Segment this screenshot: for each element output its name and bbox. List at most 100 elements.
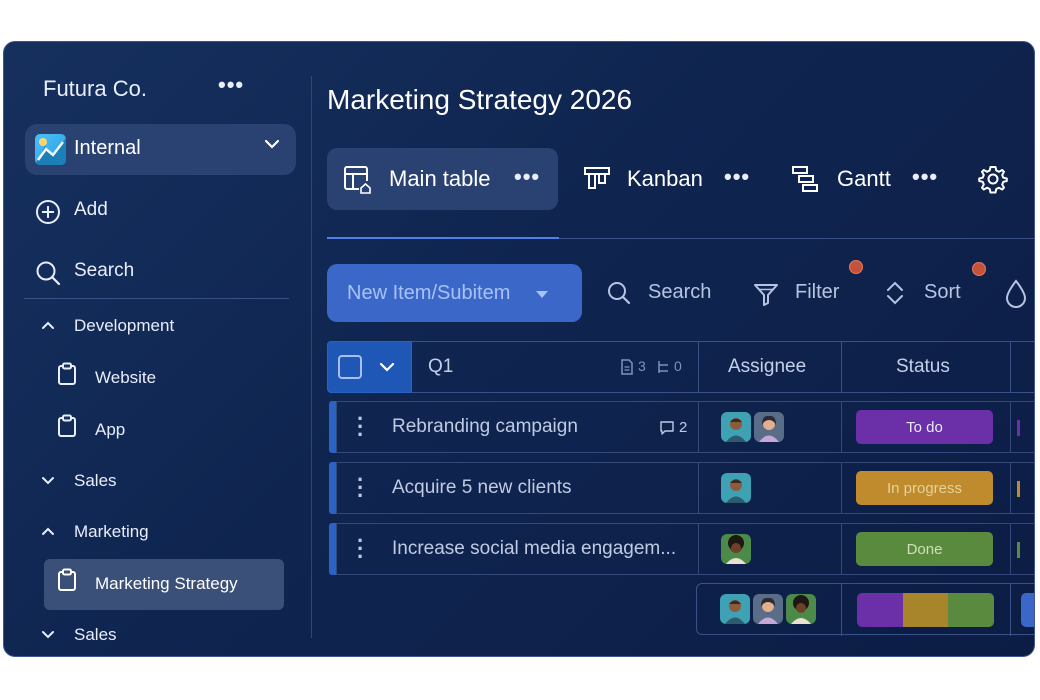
avatar[interactable]: [754, 412, 784, 442]
table-row[interactable]: · · · Acquire 5 new clients In progress: [329, 462, 1034, 514]
tab-more-icon[interactable]: •••: [514, 164, 540, 190]
new-item-button[interactable]: New Item/Subitem: [327, 264, 582, 322]
filter-icon[interactable]: [752, 280, 780, 313]
tab-more-icon[interactable]: •••: [724, 164, 750, 190]
row-drag-handle-icon[interactable]: · · ·: [357, 469, 364, 507]
add-label[interactable]: Add: [74, 199, 108, 221]
board-icon: [57, 568, 77, 597]
sidebar-folder-marketing[interactable]: Marketing: [74, 522, 149, 542]
table-row[interactable]: · · · Rebranding campaign 2 To do: [329, 401, 1034, 453]
app-window: Futura Co. ••• Internal Add Search Devel…: [3, 41, 1035, 657]
assignee-cell[interactable]: [698, 523, 842, 575]
column-header-assignee[interactable]: Assignee: [698, 341, 842, 393]
row-name-cell[interactable]: · · · Rebranding campaign 2: [336, 401, 699, 453]
org-more-icon[interactable]: •••: [218, 72, 244, 98]
sidebar-divider: [24, 298, 289, 299]
kanban-icon[interactable]: [582, 164, 612, 199]
row-name-cell[interactable]: · · · Acquire 5 new clients: [336, 462, 699, 514]
tab-more-icon[interactable]: •••: [912, 164, 938, 190]
search-icon[interactable]: [35, 260, 61, 291]
item-name[interactable]: Rebranding campaign: [392, 416, 578, 438]
sidebar-item-app[interactable]: App: [95, 420, 125, 440]
row-color-bar: [329, 523, 336, 575]
assignee-cell[interactable]: [698, 401, 842, 453]
sidebar-item-marketing-strategy[interactable]: Marketing Strategy: [44, 559, 284, 610]
caret-down-icon: [534, 287, 550, 305]
plus-circle-icon: [36, 200, 60, 224]
sidebar-folder-development[interactable]: Development: [74, 316, 174, 336]
row-drag-handle-icon[interactable]: · · ·: [357, 530, 364, 568]
board-icon: [57, 362, 77, 391]
search-icon[interactable]: [606, 280, 632, 311]
sidebar-item-website[interactable]: Website: [95, 368, 156, 388]
tab-gantt[interactable]: Gantt: [837, 166, 891, 192]
table-home-icon: [342, 164, 374, 201]
chevron-down-icon[interactable]: [40, 473, 56, 494]
gantt-icon[interactable]: [790, 164, 820, 199]
subitem-icon: [656, 359, 670, 380]
column-header-status[interactable]: Status: [841, 341, 1011, 393]
avatar[interactable]: [721, 473, 751, 503]
status-cell[interactable]: To do: [841, 401, 1011, 453]
status-badge[interactable]: To do: [856, 410, 993, 444]
assignee-cell[interactable]: [698, 462, 842, 514]
table-row[interactable]: · · · Increase social media engagem... Don…: [329, 523, 1034, 575]
subitem-count: 0: [674, 358, 682, 374]
workspace-logo-icon: [35, 134, 66, 165]
add-item[interactable]: [35, 199, 61, 230]
board-icon: [57, 414, 77, 443]
avatar[interactable]: [753, 594, 783, 624]
column-label: Assignee: [728, 356, 807, 377]
toolbar-sort[interactable]: Sort: [924, 281, 961, 304]
item-name[interactable]: Acquire 5 new clients: [392, 477, 572, 499]
sidebar-folder-sales[interactable]: Sales: [74, 471, 117, 491]
tab-kanban[interactable]: Kanban: [627, 166, 703, 192]
group-name[interactable]: Q1: [428, 356, 453, 378]
new-item-label: New Item/Subitem: [347, 282, 511, 304]
sidebar-separator: [311, 76, 312, 638]
org-name: Futura Co.: [43, 76, 147, 101]
sort-icon[interactable]: [884, 279, 906, 312]
sidebar: Futura Co. ••• Internal Add Search Devel…: [4, 42, 310, 656]
toolbar-filter[interactable]: Filter: [795, 281, 839, 304]
toolbar-search[interactable]: Search: [648, 281, 711, 304]
chevron-down-icon: [262, 134, 282, 159]
status-cell[interactable]: In progress: [841, 462, 1011, 514]
avatar[interactable]: [721, 412, 751, 442]
avatar[interactable]: [720, 594, 750, 624]
gear-icon[interactable]: [978, 164, 1008, 199]
chevron-up-icon[interactable]: [40, 317, 56, 338]
summary-divider: [841, 584, 842, 636]
sidebar-search-label[interactable]: Search: [74, 260, 134, 282]
chevron-down-icon[interactable]: [378, 358, 396, 381]
chevron-down-icon[interactable]: [40, 627, 56, 648]
summary-segment-done: [948, 593, 994, 627]
row-drag-handle-icon[interactable]: · · ·: [357, 408, 364, 446]
doc-count: 3: [638, 358, 646, 374]
chevron-up-icon[interactable]: [40, 523, 56, 544]
workspace-name: Internal: [74, 137, 141, 159]
summary-segment-todo: [857, 593, 903, 627]
summary-row: [696, 583, 1034, 636]
comment-count: 2: [679, 419, 688, 436]
tab-main-table[interactable]: Main table •••: [327, 148, 558, 210]
color-drop-icon[interactable]: [1004, 278, 1028, 313]
summary-divider: [1010, 584, 1011, 636]
filter-badge: [849, 260, 863, 274]
comment-icon[interactable]: [659, 420, 675, 441]
doc-icon: [620, 359, 634, 380]
status-cell[interactable]: Done: [841, 523, 1011, 575]
row-name-cell[interactable]: · · · Increase social media engagem...: [336, 523, 699, 575]
avatar[interactable]: [721, 534, 751, 564]
extra-cell: [1010, 462, 1034, 514]
sidebar-folder-sales-2[interactable]: Sales: [74, 625, 117, 645]
workspace-switcher[interactable]: Internal: [25, 124, 296, 175]
status-badge[interactable]: Done: [856, 532, 993, 566]
avatar[interactable]: [786, 594, 816, 624]
item-name[interactable]: Increase social media engagem...: [392, 538, 676, 560]
status-badge[interactable]: In progress: [856, 471, 993, 505]
summary-segment-progress: [902, 593, 949, 627]
group-header-name: Q1 3 0: [411, 341, 699, 393]
select-all-checkbox[interactable]: [338, 355, 362, 379]
extra-cell-marker: [1017, 420, 1020, 436]
